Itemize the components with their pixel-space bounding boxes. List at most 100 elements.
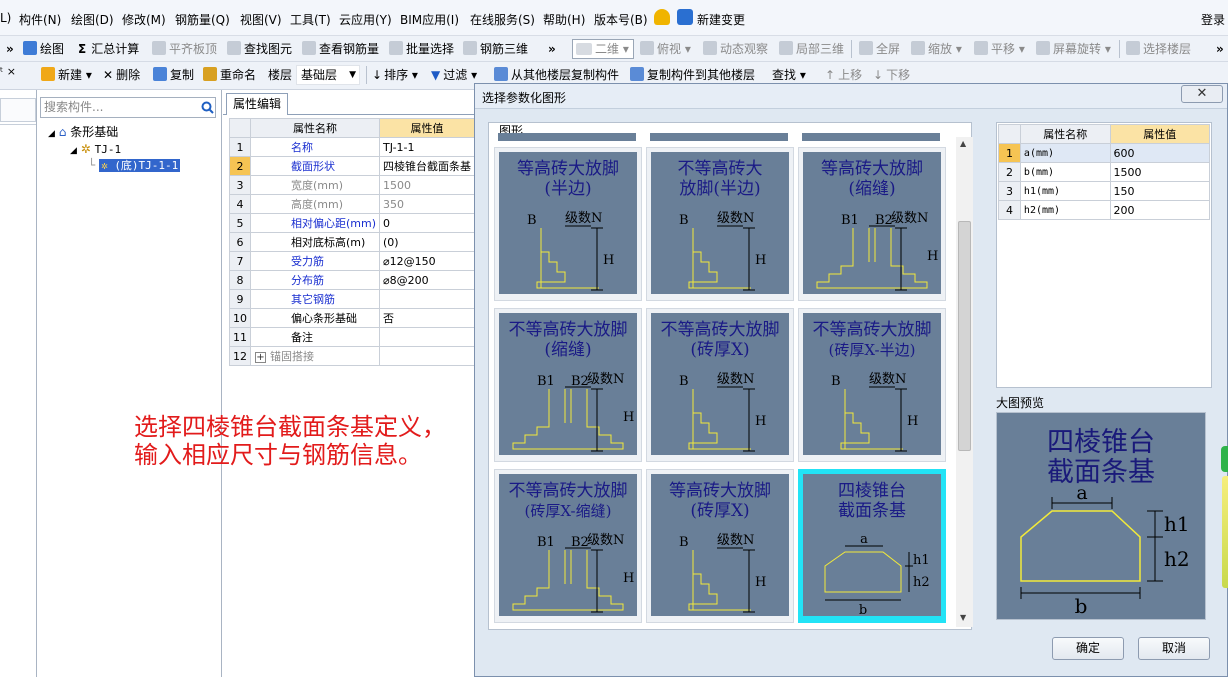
menu-item-new-change[interactable]: 新建变更 — [697, 11, 745, 28]
align-slab-top-button[interactable]: 平齐板顶 — [152, 40, 217, 58]
rename-button[interactable]: 重命名 — [203, 66, 256, 84]
orbit-button[interactable]: 动态观察 — [703, 40, 768, 58]
copy-to-floor-button[interactable]: 复制构件到其他楼层 — [630, 66, 755, 84]
fullscreen-button[interactable]: 全屏 — [859, 40, 900, 58]
sort-button[interactable]: ↓ 排序 ▾ — [372, 66, 418, 84]
move-up-button[interactable]: ↑ 上移 — [825, 66, 862, 84]
table-row[interactable]: 2 b(mm) 1500 — [998, 162, 1211, 182]
toolbar-overflow-icon[interactable]: » — [548, 40, 556, 58]
prop-value[interactable]: 0 — [379, 213, 476, 233]
pan-button[interactable]: 平移 ▾ — [974, 40, 1025, 58]
side-widget-green[interactable] — [1221, 446, 1228, 472]
scroll-up-icon[interactable]: ▲ — [960, 139, 966, 148]
menu-item-draw[interactable]: 绘图(D) — [71, 11, 114, 28]
new-button[interactable]: 新建 ▾ — [41, 66, 92, 84]
table-row[interactable]: 4 h2(mm) 200 — [998, 200, 1211, 220]
ok-button[interactable]: 确定 — [1052, 637, 1124, 660]
menu-item-modify[interactable]: 修改(M) — [122, 11, 166, 28]
toolbar-overflow-right-icon[interactable]: » — [1216, 40, 1224, 58]
shape-thumb-partial[interactable] — [498, 133, 636, 141]
view-mode-select[interactable]: 二维 ▾ — [572, 39, 634, 59]
rebar-3d-button[interactable]: 钢筋三维 — [463, 40, 528, 58]
draw-button[interactable]: 绘图 — [23, 40, 64, 58]
search-icon[interactable] — [201, 101, 214, 114]
scroll-down-icon[interactable]: ▼ — [960, 613, 966, 622]
table-row[interactable]: 7 受力筋 ⌀12@150 — [229, 251, 476, 271]
menu-item-help[interactable]: 帮助(H) — [543, 11, 585, 28]
menu-item-tools[interactable]: 工具(T) — [290, 11, 331, 28]
table-row[interactable]: 4 高度(mm) 350 — [229, 194, 476, 214]
param-value[interactable]: 1500 — [1109, 162, 1211, 182]
summary-calc-button[interactable]: Σ 汇总计算 — [78, 40, 139, 58]
menu-item-version[interactable]: 版本号(B) — [594, 11, 648, 28]
collapse-icon[interactable]: ◢ — [48, 129, 55, 139]
tab-property-edit[interactable]: 属性编辑 — [226, 93, 288, 115]
top-view-button[interactable]: 俯视 ▾ — [640, 40, 691, 58]
copy-from-floor-button[interactable]: 从其他楼层复制构件 — [494, 66, 619, 84]
expand-icon[interactable]: + — [255, 352, 266, 363]
side-widget-yellow[interactable] — [1222, 476, 1228, 588]
find-element-button[interactable]: 查找图元 — [227, 40, 292, 58]
shape-thumb[interactable]: 等高砖大放脚 (缩缝) B1 B2 级数N H — [798, 147, 946, 301]
menu-item-online[interactable]: 在线服务(S) — [470, 11, 535, 28]
param-value[interactable]: 200 — [1109, 200, 1211, 220]
table-row[interactable]: 1 a(mm) 600 — [998, 143, 1211, 163]
select-floor-button[interactable]: 选择楼层 — [1126, 40, 1191, 58]
gallery-scrollbar[interactable]: ▲ ▼ — [956, 137, 973, 627]
shape-thumb[interactable]: 等高砖大放脚 (半边) B 级数N H — [494, 147, 642, 301]
shape-thumb[interactable]: 不等高砖大放脚 (砖厚X-缩缝) B1 B2 级数N H — [494, 469, 642, 623]
menu-item-component[interactable]: 构件(N) — [19, 11, 61, 28]
param-value[interactable]: 150 — [1109, 181, 1211, 201]
shape-thumb[interactable]: 不等高砖大 放脚(半边) B 级数N H — [646, 147, 794, 301]
prop-value[interactable]: 1500 — [379, 175, 476, 195]
move-down-button[interactable]: ↓ 下移 — [873, 66, 910, 84]
table-row[interactable]: 6 相对底标高(m) (0) — [229, 232, 476, 252]
filter-button[interactable]: ▼ 过滤 ▾ — [431, 66, 477, 84]
table-row[interactable]: 3 h1(mm) 150 — [998, 181, 1211, 201]
table-row[interactable]: 11 备注 — [229, 327, 476, 347]
batch-select-button[interactable]: 批量选择 — [389, 40, 454, 58]
tree-node-tj1-1[interactable]: └ ✲ (底)TJ-1-1 — [88, 157, 181, 174]
floor-select[interactable]: 基础层 ▼ — [296, 65, 360, 85]
prop-value[interactable] — [379, 289, 476, 309]
nav-strip-item[interactable] — [0, 98, 36, 122]
prop-value[interactable]: TJ-1-1 — [379, 137, 476, 157]
scrollbar-thumb[interactable] — [958, 221, 971, 451]
shape-thumb-partial[interactable] — [802, 133, 940, 141]
menu-item-cloud[interactable]: 云应用(Y) — [339, 11, 392, 28]
prop-value[interactable] — [379, 346, 476, 366]
prop-value[interactable]: 四棱锥台截面条基 — [379, 156, 476, 176]
shape-thumb[interactable]: 不等高砖大放脚 (砖厚X) B 级数N H — [646, 308, 794, 462]
prop-value[interactable]: ⌀8@200 — [379, 270, 476, 290]
helmet-icon[interactable] — [654, 9, 670, 25]
shape-thumb[interactable]: 不等高砖大放脚 (砖厚X-半边) B 级数N H — [798, 308, 946, 462]
prop-value[interactable]: 否 — [379, 308, 476, 328]
prop-value[interactable]: ⌀12@150 — [379, 251, 476, 271]
pin-icon[interactable]: ᵗ × — [0, 63, 16, 81]
shape-thumb[interactable]: 不等高砖大放脚 (缩缝) B1 B2 级数N H — [494, 308, 642, 462]
table-row[interactable]: 5 相对偏心距(mm) 0 — [229, 213, 476, 233]
local-3d-button[interactable]: 局部三维 — [779, 40, 844, 58]
menu-item-bim[interactable]: BIM应用(I) — [400, 11, 459, 28]
component-search-input[interactable]: 搜索构件... — [40, 97, 216, 118]
shape-thumb-partial[interactable] — [650, 133, 788, 141]
table-row[interactable]: 2 截面形状 四棱锥台截面条基 — [229, 156, 476, 176]
zoom-button[interactable]: 缩放 ▾ — [911, 40, 962, 58]
shape-thumb[interactable]: 等高砖大放脚 (砖厚X) B 级数N H — [646, 469, 794, 623]
rotate-screen-button[interactable]: 屏幕旋转 ▾ — [1036, 40, 1111, 58]
delete-button[interactable]: ✕ 删除 — [103, 66, 140, 84]
login-link[interactable]: 登录 — [1201, 11, 1225, 28]
table-row[interactable]: 1 名称 TJ-1-1 — [229, 137, 476, 157]
close-button[interactable]: ✕ — [1181, 85, 1223, 103]
table-row[interactable]: 8 分布筋 ⌀8@200 — [229, 270, 476, 290]
prop-value[interactable] — [379, 327, 476, 347]
table-row[interactable]: 10 偏心条形基础否 — [229, 308, 476, 328]
menu-item-l[interactable]: L) — [0, 11, 11, 25]
view-rebar-qty-button[interactable]: 查看钢筋量 — [302, 40, 379, 58]
menu-item-view[interactable]: 视图(V) — [240, 11, 282, 28]
prop-value[interactable]: (0) — [379, 232, 476, 252]
table-row[interactable]: 9 其它钢筋 — [229, 289, 476, 309]
cancel-button[interactable]: 取消 — [1138, 637, 1210, 660]
table-row[interactable]: 12 + 锚固搭接 — [229, 346, 476, 366]
copy-button[interactable]: 复制 — [153, 66, 194, 84]
